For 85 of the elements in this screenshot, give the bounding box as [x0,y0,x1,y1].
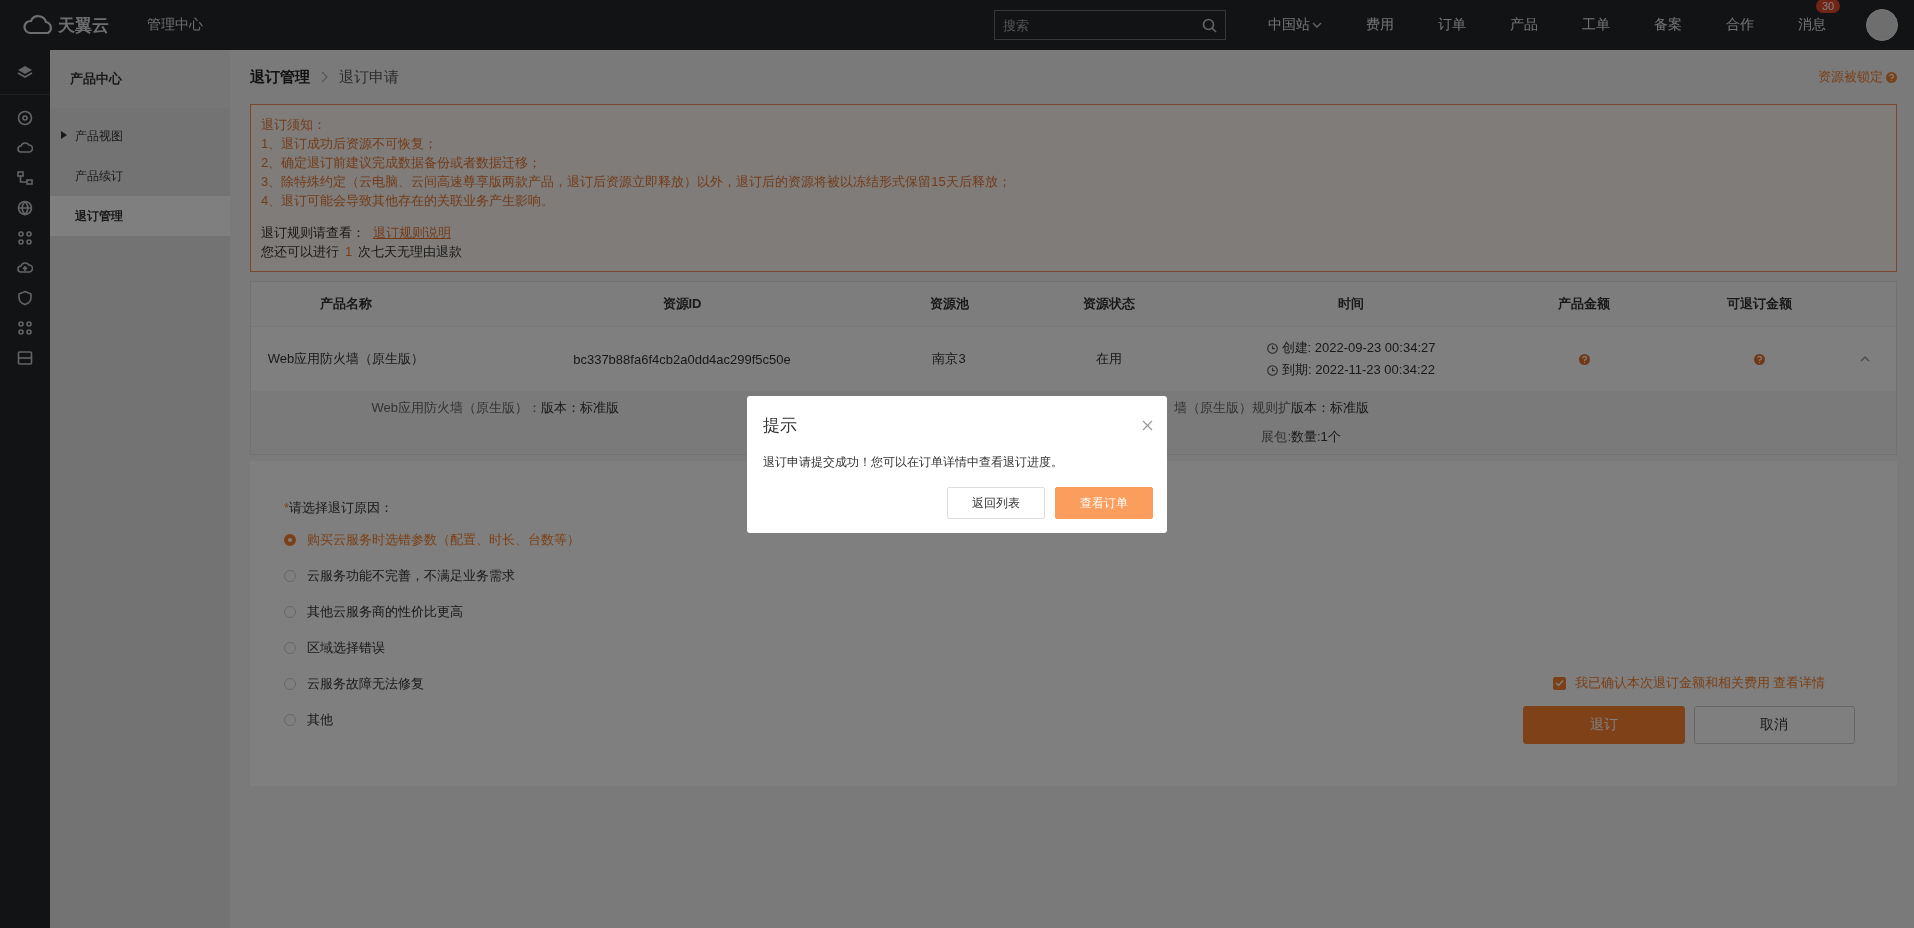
dialog-message: 退订申请提交成功！您可以在订单详情中查看退订进度。 [763,454,1064,471]
cloud-upload-icon[interactable] [17,260,33,276]
nav-link[interactable]: 合作 [1726,16,1754,34]
table-cell-text: Web应用防火墙（原生版） [266,350,426,368]
chevron-right-icon [320,71,329,83]
notice-line: 退订须知： [261,116,327,134]
table-cell: 创建: 2022-09-23 00:34:27 [1281,339,1436,357]
column-header: 资源池 [928,295,970,313]
required-mark: * [284,500,290,515]
network-icon[interactable] [17,170,33,186]
clock-icon [1267,364,1278,376]
close-icon[interactable] [1142,419,1153,431]
globe-icon[interactable] [17,200,33,216]
nav-link[interactable]: 产品 [1510,16,1538,34]
reason-label: 请选择退订原因： [289,500,394,515]
column-header: 资源状态 [1082,295,1136,313]
column-header: 产品金额 [1557,295,1611,313]
quota-text: 您还可以进行 [261,244,339,259]
logo-text: 天翼云 [58,14,109,37]
detail-value: 版本：标准版 [541,399,620,417]
details-link[interactable]: 查看详情 [1773,675,1826,690]
monitor-icon[interactable] [17,350,33,366]
column-header: 可退订金额 [1725,295,1793,313]
breadcrumb-item: 退订申请 [339,67,399,87]
checkbox[interactable] [1552,676,1566,690]
reason-option[interactable]: 云服务功能不完善，不满足业务需求 [307,567,515,585]
reason-option[interactable]: 其他云服务商的性价比更高 [307,603,463,621]
table-cell-text: 南京3 [931,350,967,368]
help-icon [1578,353,1590,365]
reason-option[interactable]: 其他 [307,711,333,729]
sidebar-item[interactable]: 产品续订 [50,156,230,196]
detail-label: 墙（原生版）规则扩 [1173,399,1291,417]
table-cell-text: 在用 [1095,350,1123,368]
cancel-button[interactable]: 取消 [1693,706,1855,744]
table-cell-text: bc337b88fa6f4cb2a0dd4ac299f5c50e [572,351,792,367]
quota-count: 1 [345,244,353,259]
column-header: 时间 [1337,295,1365,313]
nav-link[interactable]: 费用 [1366,16,1394,34]
dialog-title: 提示 [763,414,797,437]
reason-option[interactable]: 购买云服务时选错参数（配置、时长、台数等） [307,531,580,549]
rule-label: 退订规则请查看： [261,225,365,240]
column-header: 产品名称 [319,295,373,313]
rule-link[interactable]: 退订规则说明 [373,225,451,240]
help-icon [1753,353,1765,365]
back-to-list-button[interactable]: 返回列表 [947,487,1045,519]
breadcrumb-item[interactable]: 退订管理 [250,67,310,87]
chevron-up-icon[interactable] [1860,355,1870,363]
confirm-text: 我已确认本次退订金额和相关费用 [1574,675,1770,690]
column-header: 资源ID [661,295,703,313]
nodes-icon[interactable] [17,230,33,246]
notice-line: 2、确定退订前建议完成数据备份或者数据迁移； [261,154,543,172]
cloud-logo-icon [22,13,54,37]
nav-link[interactable]: 备案 [1654,16,1682,34]
detail-value: 数量:1个 [1291,428,1342,446]
check-icon [1554,679,1564,687]
sidebar-item[interactable]: 退订管理 [50,196,230,236]
detail-label: 展包: [1260,428,1291,446]
notice-line: 4、退订可能会导致其他存在的关联业务产生影响。 [261,192,556,210]
clock-icon [1266,342,1278,354]
cloud-icon[interactable] [17,140,33,156]
console-link[interactable]: 管理中心 [147,16,203,34]
layers-icon[interactable] [17,64,33,80]
nav-link[interactable]: 工单 [1582,16,1610,34]
caret-right-icon [61,131,67,139]
nav-link[interactable]: 中国站 [1268,16,1322,34]
radio-button[interactable] [284,534,296,546]
search-icon [1202,18,1217,33]
help-icon [1886,71,1897,83]
quota-text: 次七天无理由退款 [358,244,463,259]
chevron-down-icon [1312,21,1322,29]
notice-line: 3、除特殊约定（云电脑、云间高速尊享版两款产品，退订后资源立即释放）以外，退订后的资源将被以冻结形式保留15天后释放； [261,173,1012,191]
sidebar-item[interactable]: 产品视图 [50,116,230,156]
count-badge: 30 [1816,0,1841,13]
search-field[interactable]: 搜索 [994,10,1226,40]
nav-link[interactable]: 订单 [1438,16,1466,34]
shield-icon[interactable] [17,290,33,306]
nodes-icon[interactable] [17,320,33,336]
detail-label: Web应用防火墙（原生版）： [370,399,541,417]
table-cell: 到期: 2022-11-23 00:34:22 [1282,361,1435,379]
notice-line: 1、退订成功后资源不可恢复； [261,135,439,153]
avatar[interactable] [1866,9,1898,41]
ring-icon[interactable] [17,110,33,126]
reason-option[interactable]: 区域选择错误 [307,639,385,657]
detail-value: 版本：标准版 [1291,399,1370,417]
reason-option[interactable]: 云服务故障无法修复 [307,675,424,693]
